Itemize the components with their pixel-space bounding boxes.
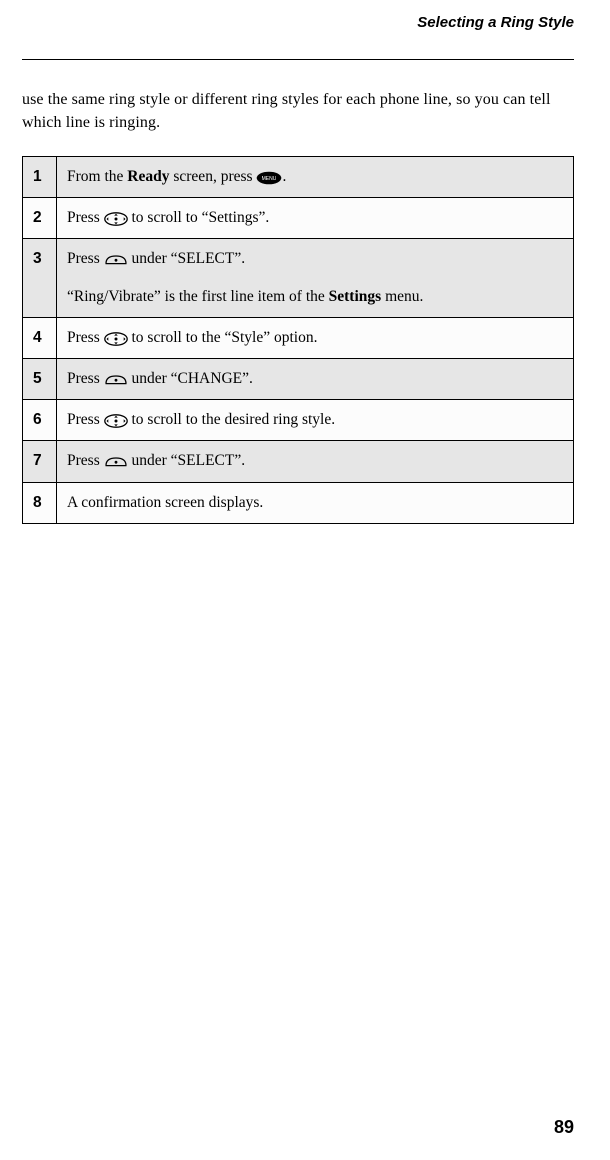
- step-row: 2Press to scroll to “Settings”.: [23, 198, 574, 239]
- step-number: 6: [23, 400, 57, 441]
- step-number: 2: [23, 198, 57, 239]
- soft-key-icon: [104, 254, 128, 266]
- page: Selecting a Ring Style use the same ring…: [0, 0, 610, 524]
- step-number: 1: [23, 157, 57, 198]
- step-row: 5Press under “CHANGE”.: [23, 359, 574, 400]
- scroll-key-icon: [104, 332, 128, 346]
- step-text: Press to scroll to the “Style” option.: [57, 318, 574, 359]
- step-row: 1From the Ready screen, press MENU.: [23, 157, 574, 198]
- step-text: Press under “SELECT”.“Ring/Vibrate” is t…: [57, 239, 574, 318]
- svg-text:MENU: MENU: [262, 176, 277, 182]
- bold-text: Ready: [127, 168, 169, 185]
- step-row: 7Press under “SELECT”.: [23, 441, 574, 482]
- bold-text: Settings: [329, 288, 382, 305]
- step-number: 7: [23, 441, 57, 482]
- step-text: Press under “CHANGE”.: [57, 359, 574, 400]
- steps-table: 1From the Ready screen, press MENU.2Pres…: [22, 156, 574, 523]
- step-number: 5: [23, 359, 57, 400]
- step-row: 4Press to scroll to the “Style” option.: [23, 318, 574, 359]
- page-header: Selecting a Ring Style: [22, 14, 574, 60]
- soft-key-icon: [104, 374, 128, 386]
- step-subtext: “Ring/Vibrate” is the first line item of…: [67, 285, 563, 309]
- page-number: 89: [554, 1117, 574, 1138]
- intro-text: use the same ring style or different rin…: [22, 88, 574, 134]
- step-text: From the Ready screen, press MENU.: [57, 157, 574, 198]
- step-row: 8A confirmation screen displays.: [23, 482, 574, 523]
- step-number: 4: [23, 318, 57, 359]
- step-row: 6Press to scroll to the desired ring sty…: [23, 400, 574, 441]
- menu-key-icon: MENU: [256, 171, 282, 185]
- step-text: A confirmation screen displays.: [57, 482, 574, 523]
- scroll-key-icon: [104, 414, 128, 428]
- step-number: 3: [23, 239, 57, 318]
- scroll-key-icon: [104, 212, 128, 226]
- step-text: Press to scroll to the desired ring styl…: [57, 400, 574, 441]
- step-text: Press to scroll to “Settings”.: [57, 198, 574, 239]
- step-row: 3Press under “SELECT”.“Ring/Vibrate” is …: [23, 239, 574, 318]
- step-text: Press under “SELECT”.: [57, 441, 574, 482]
- step-number: 8: [23, 482, 57, 523]
- soft-key-icon: [104, 456, 128, 468]
